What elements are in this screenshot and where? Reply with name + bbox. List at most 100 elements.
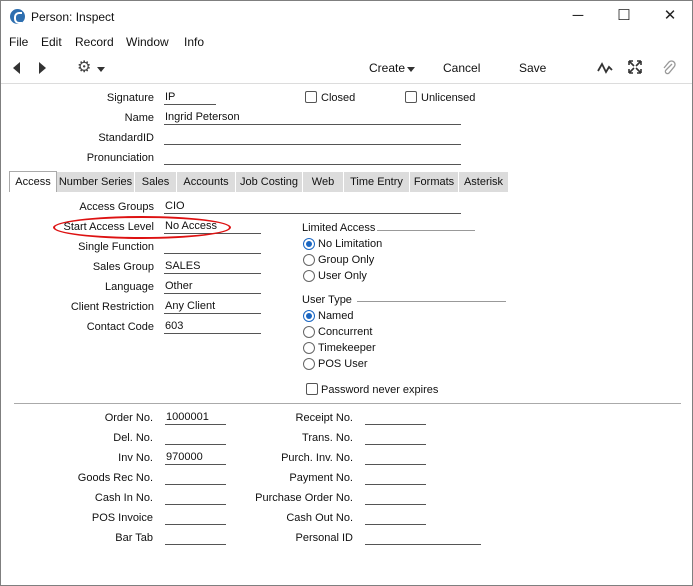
create-dropdown-caret-icon[interactable]: [407, 67, 415, 72]
pos-user-label: POS User: [318, 358, 368, 370]
cash-in-no-field[interactable]: [165, 490, 226, 505]
unlicensed-checkbox[interactable]: [405, 91, 417, 103]
radio-user-only[interactable]: [303, 270, 315, 282]
pos-invoice-field[interactable]: [165, 510, 226, 525]
order-no-field[interactable]: 1000001: [165, 410, 226, 425]
language-label: Language: [105, 281, 154, 293]
expand-icon[interactable]: [628, 60, 642, 74]
purch-inv-no-field[interactable]: [365, 450, 426, 465]
password-never-expires-checkbox[interactable]: [306, 383, 318, 395]
inv-no-label: Inv No.: [118, 452, 153, 464]
timekeeper-label: Timekeeper: [318, 342, 376, 354]
radio-pos-user[interactable]: [303, 358, 315, 370]
cash-out-no-field[interactable]: [365, 510, 426, 525]
pronunciation-field[interactable]: [164, 150, 461, 165]
personal-id-field[interactable]: [365, 530, 481, 545]
signature-field[interactable]: IP: [164, 90, 216, 105]
goods-rec-no-field[interactable]: [165, 470, 226, 485]
del-no-label: Del. No.: [113, 432, 153, 444]
save-button[interactable]: Save: [519, 61, 546, 75]
single-function-field[interactable]: [164, 239, 261, 254]
inv-no-field[interactable]: 970000: [165, 450, 226, 465]
tab-asterisk[interactable]: Asterisk: [459, 172, 509, 192]
receipt-no-label: Receipt No.: [295, 412, 353, 424]
concurrent-label: Concurrent: [318, 326, 373, 338]
single-function-label: Single Function: [78, 241, 154, 253]
trans-no-label: Trans. No.: [302, 432, 353, 444]
create-button[interactable]: Create: [369, 61, 405, 75]
paperclip-icon[interactable]: [662, 60, 676, 76]
trans-no-field[interactable]: [365, 430, 426, 445]
tab-sales[interactable]: Sales: [135, 172, 177, 192]
tab-job-costing[interactable]: Job Costing: [236, 172, 303, 192]
activity-icon[interactable]: [597, 61, 613, 75]
access-groups-field[interactable]: CIO: [164, 199, 461, 214]
group-only-label: Group Only: [318, 254, 375, 266]
closed-label: Closed: [321, 92, 356, 104]
menu-edit[interactable]: Edit: [41, 35, 62, 49]
gear-dropdown-caret-icon[interactable]: [97, 67, 105, 72]
payment-no-label: Payment No.: [289, 472, 353, 484]
password-never-expires-label: Password never expires: [321, 384, 439, 396]
purchase-order-no-label: Purchase Order No.: [255, 492, 353, 504]
purch-inv-no-label: Purch. Inv. No.: [281, 452, 353, 464]
client-restriction-label: Client Restriction: [70, 301, 154, 313]
menu-file[interactable]: File: [9, 35, 28, 49]
named-label: Named: [318, 310, 354, 322]
tab-access[interactable]: Access: [9, 171, 57, 192]
forward-arrow-icon[interactable]: [39, 62, 46, 74]
closed-checkbox[interactable]: [305, 91, 317, 103]
unlicensed-label: Unlicensed: [421, 92, 476, 104]
contact-code-label: Contact Code: [86, 321, 154, 333]
language-field[interactable]: Other: [164, 279, 261, 294]
tab-number-series[interactable]: Number Series: [57, 172, 135, 192]
close-button[interactable]: ✕: [647, 1, 692, 32]
del-no-field[interactable]: [165, 430, 226, 445]
radio-no-limitation[interactable]: [303, 238, 315, 250]
person-inspect-window: Person: Inspect ─ ☐ ✕ File Edit Record W…: [0, 0, 693, 586]
receipt-no-field[interactable]: [365, 410, 426, 425]
user-type-title: User Type: [302, 294, 352, 306]
menu-bar: File Edit Record Window Info: [1, 32, 692, 52]
signature-label: Signature: [106, 92, 154, 104]
payment-no-field[interactable]: [365, 470, 426, 485]
access-groups-label: Access Groups: [79, 201, 154, 213]
contact-code-field[interactable]: 603: [164, 319, 261, 334]
purchase-order-no-field[interactable]: [365, 490, 426, 505]
tab-time-entry[interactable]: Time Entry: [344, 172, 410, 192]
tab-web[interactable]: Web: [303, 172, 344, 192]
window-title: Person: Inspect: [31, 10, 115, 24]
highlight-oval: [53, 216, 231, 239]
client-restriction-field[interactable]: Any Client: [164, 299, 261, 314]
minimize-button[interactable]: ─: [555, 1, 601, 32]
radio-group-only[interactable]: [303, 254, 315, 266]
user-only-label: User Only: [318, 270, 367, 282]
radio-timekeeper[interactable]: [303, 342, 315, 354]
menu-window[interactable]: Window: [126, 35, 169, 49]
cancel-button[interactable]: Cancel: [443, 61, 480, 75]
pos-invoice-label: POS Invoice: [91, 512, 153, 524]
goods-rec-no-label: Goods Rec No.: [77, 472, 153, 484]
tab-accounts[interactable]: Accounts: [177, 172, 236, 192]
title-bar: Person: Inspect ─ ☐ ✕: [1, 1, 692, 32]
bar-tab-label: Bar Tab: [115, 532, 153, 544]
order-no-label: Order No.: [104, 412, 153, 424]
gear-icon[interactable]: ⚙: [77, 60, 91, 76]
radio-named[interactable]: [303, 310, 315, 322]
section-divider: [14, 403, 681, 404]
back-arrow-icon[interactable]: [13, 62, 20, 74]
name-field[interactable]: Ingrid Peterson: [164, 110, 461, 125]
personal-id-label: Personal ID: [295, 532, 353, 544]
sales-group-field[interactable]: SALES: [164, 259, 261, 274]
maximize-button[interactable]: ☐: [601, 1, 647, 32]
toolbar: ⚙ Create Cancel Save: [1, 52, 692, 84]
radio-concurrent[interactable]: [303, 326, 315, 338]
limited-access-title: Limited Access: [302, 222, 376, 234]
cash-out-no-label: Cash Out No.: [286, 512, 353, 524]
menu-info[interactable]: Info: [184, 35, 204, 49]
cash-in-no-label: Cash In No.: [94, 492, 153, 504]
bar-tab-field[interactable]: [165, 530, 226, 545]
tab-formats[interactable]: Formats: [410, 172, 459, 192]
menu-record[interactable]: Record: [75, 35, 114, 49]
standardid-field[interactable]: [164, 130, 461, 145]
